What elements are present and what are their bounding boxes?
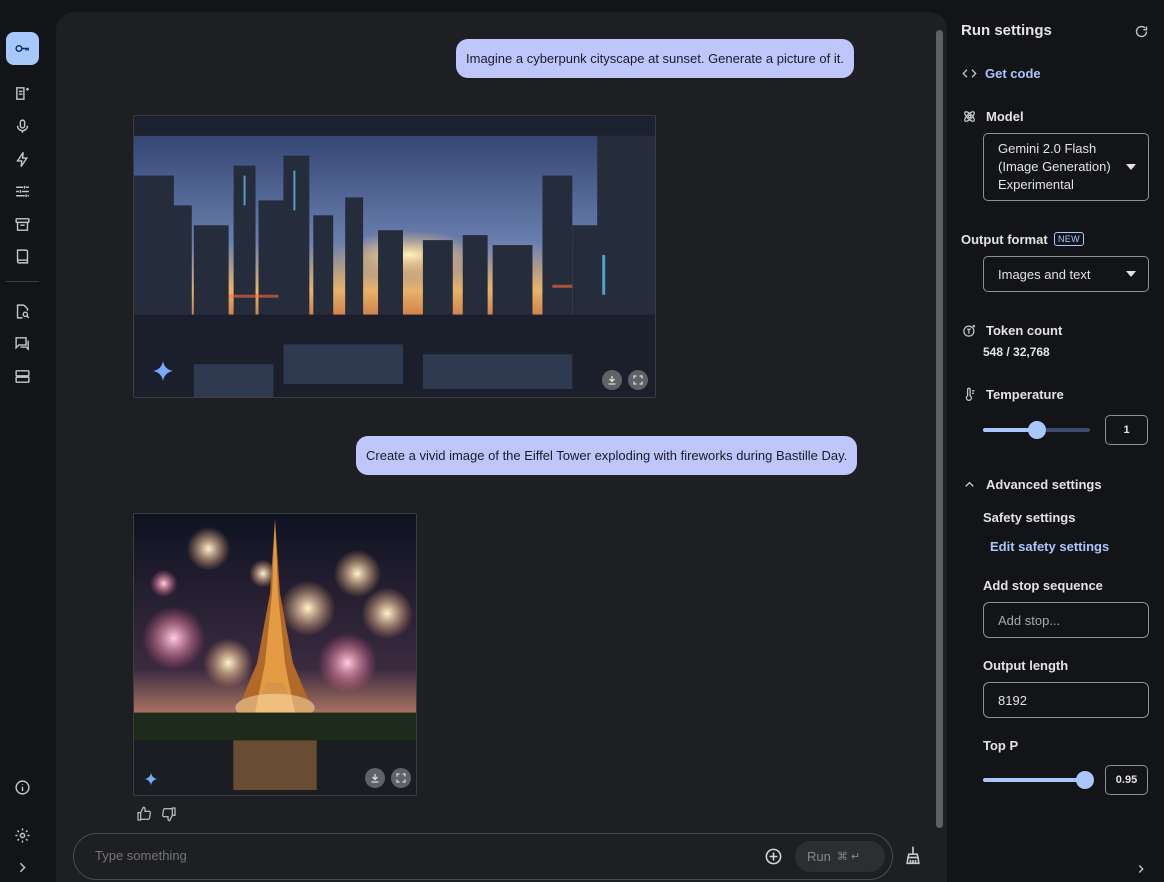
output-format-select[interactable]: Images and text: [983, 256, 1149, 292]
thumbs-up-icon[interactable]: [136, 806, 152, 827]
key-icon[interactable]: [6, 32, 39, 65]
run-label: Run: [807, 849, 831, 864]
output-format-value: Images and text: [998, 266, 1091, 282]
rail-divider: [6, 281, 39, 282]
code-icon: [962, 66, 977, 86]
token-icon: [962, 323, 977, 343]
user-message-1: Imagine a cyberpunk cityscape at sunset.…: [456, 39, 854, 78]
eiffel-tower-fireworks-image[interactable]: [133, 513, 417, 796]
advanced-settings-toggle[interactable]: Advanced settings: [986, 477, 1102, 492]
prompt-bar: Run ⌘ ↵: [73, 833, 893, 880]
fullscreen-icon[interactable]: [391, 768, 411, 788]
chevron-up-icon[interactable]: [962, 477, 977, 497]
model-label: Model: [986, 109, 1024, 124]
run-settings-panel: Run settings Get code Model Gemini 2.0 F…: [950, 0, 1164, 882]
thumbs-down-icon[interactable]: [161, 806, 177, 827]
run-button[interactable]: Run ⌘ ↵: [795, 841, 885, 872]
new-chat-icon[interactable]: [6, 77, 39, 110]
temperature-slider-handle[interactable]: [1027, 421, 1046, 439]
search-doc-icon[interactable]: [6, 295, 39, 328]
token-count-value: 548 / 32,768: [983, 345, 1050, 359]
edit-safety-settings-link[interactable]: Edit safety settings: [990, 539, 1109, 554]
fullscreen-icon[interactable]: [628, 370, 648, 390]
top-p-label: Top P: [983, 738, 1019, 753]
gemini-spark-icon: [152, 360, 174, 382]
get-code-link[interactable]: Get code: [985, 66, 1041, 81]
archive-icon[interactable]: [6, 208, 39, 241]
bolt-icon[interactable]: [6, 143, 39, 176]
model-select-value: Gemini 2.0 Flash (Image Generation) Expe…: [998, 141, 1111, 192]
mic-icon[interactable]: [6, 110, 39, 143]
chevron-down-icon: [1126, 271, 1136, 277]
book-icon[interactable]: [6, 240, 39, 273]
storage-icon[interactable]: [6, 360, 39, 393]
reset-icon[interactable]: [1134, 24, 1149, 44]
collapse-panel-icon[interactable]: [1134, 862, 1148, 881]
top-p-slider-handle[interactable]: [1075, 771, 1094, 789]
top-p-slider-fill: [983, 778, 1085, 782]
new-badge: NEW: [1054, 232, 1084, 246]
stop-sequence-label: Add stop sequence: [983, 578, 1103, 593]
output-length-input[interactable]: 8192: [983, 682, 1149, 718]
model-select[interactable]: Gemini 2.0 Flash (Image Generation) Expe…: [983, 133, 1149, 201]
tune-icon[interactable]: [6, 175, 39, 208]
expand-icon[interactable]: [6, 851, 39, 882]
temperature-label: Temperature: [986, 387, 1064, 402]
temperature-slider[interactable]: [983, 421, 1090, 439]
user-message-2: Create a vivid image of the Eiffel Tower…: [356, 436, 858, 475]
top-p-slider[interactable]: [983, 771, 1094, 789]
info-icon[interactable]: [6, 771, 39, 804]
chat-scrollbar[interactable]: [936, 30, 943, 828]
gemini-spark-icon: [144, 772, 158, 786]
chat-icon[interactable]: [6, 327, 39, 360]
settings-icon[interactable]: [6, 819, 39, 852]
download-icon[interactable]: [602, 370, 622, 390]
top-p-input[interactable]: 0.95: [1105, 765, 1148, 795]
temperature-input[interactable]: 1: [1105, 415, 1148, 445]
stop-sequence-input[interactable]: Add stop...: [983, 602, 1149, 638]
safety-settings-label: Safety settings: [983, 510, 1076, 525]
chevron-down-icon: [1126, 164, 1136, 170]
model-icon: [962, 109, 977, 129]
output-length-label: Output length: [983, 658, 1069, 673]
add-media-icon[interactable]: [764, 847, 783, 871]
download-icon[interactable]: [365, 768, 385, 788]
prompt-input[interactable]: [95, 848, 695, 863]
cyberpunk-cityscape-image[interactable]: [133, 115, 656, 398]
clear-chat-icon[interactable]: [903, 845, 923, 870]
settings-title: Run settings: [961, 22, 1052, 39]
token-count-label: Token count: [986, 323, 1063, 338]
left-rail: [0, 0, 48, 882]
run-shortcut: ⌘ ↵: [836, 851, 861, 863]
thermometer-icon: [962, 387, 977, 407]
output-format-label: Output format: [961, 232, 1048, 247]
